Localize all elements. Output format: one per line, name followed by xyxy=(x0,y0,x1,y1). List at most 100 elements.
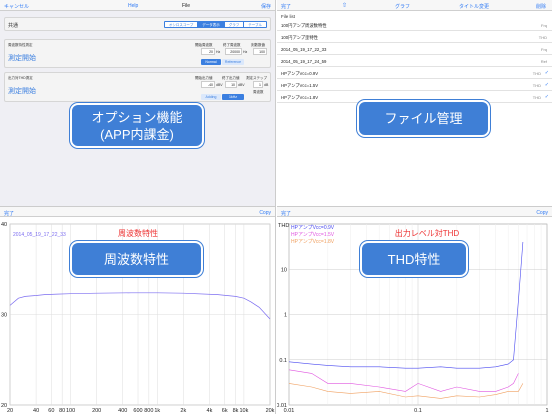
x-tick-label: 2k xyxy=(180,408,186,414)
file-name: 100円アンプ周波数特性 xyxy=(281,23,327,28)
file-list-item[interactable]: HPアンプVcc=1.5V THD ✓ xyxy=(277,80,552,91)
freq-heading: 周波数特性測定 xyxy=(8,43,33,47)
thd-heading: 出力対THD測定 xyxy=(8,76,33,80)
file-name: HPアンプVcc=1.8V xyxy=(281,95,319,100)
y-tick-label: 0.01 xyxy=(277,403,287,409)
start-level-unit: dBV xyxy=(216,83,223,87)
file-type-tag: THD xyxy=(532,83,541,88)
file-list-item[interactable]: 2014_05_19_17_24_59 Ref xyxy=(277,56,552,67)
file-type-tag: THD xyxy=(532,71,541,76)
thd-feature-label: THD特性 xyxy=(360,241,468,277)
end-level-unit: dBV xyxy=(238,83,245,87)
view-mode-segmented: オシロスコープ データ表示 グラフ テーブル xyxy=(163,21,267,28)
adding-button[interactable]: Adding xyxy=(201,94,221,100)
common-section-title: 共通 xyxy=(8,23,19,29)
thd-done-button[interactable]: 完了 xyxy=(281,210,291,217)
share-icon[interactable]: ⇧ xyxy=(342,2,347,9)
chart-title: 出力レベル対THD xyxy=(395,228,460,238)
nav-title: File xyxy=(182,3,191,9)
file-manager-screen: 完了 ⇧ グラフ タイトル変更 削除 File list 100円アンプ周波数特… xyxy=(277,0,552,207)
rename-button[interactable]: タイトル変更 xyxy=(459,3,489,10)
reference-button[interactable]: Reference xyxy=(222,59,244,65)
help-button[interactable]: Help xyxy=(128,3,138,9)
file-name: 100円アンプ歪特性 xyxy=(281,35,318,40)
option-feature-line2: (APP内課金) xyxy=(100,126,174,142)
freq-copy-button[interactable]: Copy xyxy=(259,210,271,216)
end-freq-unit: Hz xyxy=(243,50,248,54)
graph-button[interactable]: グラフ xyxy=(395,3,410,10)
tab-graph[interactable]: グラフ xyxy=(224,22,245,27)
x-tick-label: 1k xyxy=(154,408,160,414)
file-type-tag: Frq xyxy=(541,23,547,28)
y-tick-label: 30 xyxy=(1,313,7,319)
step-count-field[interactable]: 100 xyxy=(253,48,267,55)
y-axis-label: THD xyxy=(278,223,289,229)
cancel-button[interactable]: キャンセル xyxy=(4,3,29,10)
file-type-tag: THD xyxy=(532,95,541,100)
x-tick-label: 40 xyxy=(33,408,39,414)
file-name: HPアンプVcc=0.9V xyxy=(281,71,319,76)
freq-start-button[interactable]: 測定開始 xyxy=(8,53,36,63)
x-tick-label: 6k xyxy=(222,408,228,414)
legend-entry: 2014_05_19_17_22_33 xyxy=(13,232,66,238)
series-line xyxy=(9,292,271,320)
file-name: 2014_05_19_17_24_59 xyxy=(281,59,327,64)
thd-start-button[interactable]: 測定開始 xyxy=(8,86,36,96)
thd-chart-screen: 完了 Copy 0.01 0.1 1 0.01 0.1 1 10 THD 出力レベル対THD HP… xyxy=(277,207,552,414)
file-list-item[interactable]: 100円アンプ周波数特性 Frq xyxy=(277,20,552,31)
checkmark-icon: ✓ xyxy=(544,82,549,88)
file-list-item[interactable]: 2014_05_19_17_22_33 Frq xyxy=(277,44,552,55)
x-tick-label: 100 xyxy=(66,408,75,414)
file-list-item[interactable]: HPアンプVcc=0.9V THD ✓ xyxy=(277,68,552,79)
frequency-chart-screen: 完了 Copy 20 40 60 80 100 200 400 600 800 1k 2k 4k 6k 8… xyxy=(0,207,276,414)
common-panel: 共通 オシロスコープ データ表示 グラフ テーブル xyxy=(4,17,271,31)
tab-oscilloscope[interactable]: オシロスコープ xyxy=(164,22,199,27)
end-level-field[interactable]: 10 xyxy=(225,81,237,88)
thd-chart-nav: 完了 Copy xyxy=(277,207,552,217)
save-button[interactable]: 保存 xyxy=(261,3,271,10)
y-tick-label: 20 xyxy=(1,403,7,409)
start-freq-field[interactable]: 20 xyxy=(201,48,215,55)
option-feature-label: オプション機能 (APP内課金) xyxy=(70,103,204,148)
normal-button[interactable]: Normal xyxy=(201,59,221,65)
x-tick-label: 200 xyxy=(92,408,101,414)
file-name: 2014_05_19_17_22_33 xyxy=(281,47,327,52)
y-tick-label: 0.1 xyxy=(279,358,287,364)
freq-1khz-button[interactable]: 1kHz xyxy=(222,94,244,100)
thd-feature-text: THD特性 xyxy=(387,251,441,267)
legend-entry: HPアンプVcc=1.8V xyxy=(291,239,335,245)
y-tick-label: 10 xyxy=(281,267,287,273)
option-feature-line1: オプション機能 xyxy=(91,109,183,125)
start-level-field[interactable]: -40 xyxy=(201,81,215,88)
settings-screen: キャンセル Help File 保存 共通 オシロスコープ データ表示 グラフ … xyxy=(0,0,276,207)
chart-title: 周波数特性 xyxy=(118,228,158,238)
legend-entry: HPアンプVcc=0.9V xyxy=(291,225,335,231)
file-list-title: File list xyxy=(281,14,296,19)
x-tick-label: 60 xyxy=(48,408,54,414)
checkmark-icon: ✓ xyxy=(544,70,549,76)
x-tick-label: 0.1 xyxy=(414,408,422,414)
file-type-tag: Frq xyxy=(541,47,547,52)
x-tick-label: 8k xyxy=(233,408,239,414)
x-tick-label: 20 xyxy=(7,408,13,414)
thd-measure-panel: 出力対THD測定 測定開始 開始出力値 終了出力値 測定ステップ -40 dBV… xyxy=(4,72,271,102)
series-line xyxy=(288,369,519,392)
thd-freq-label: 周波数 xyxy=(253,90,264,94)
done-button[interactable]: 完了 xyxy=(281,3,291,10)
freq-done-button[interactable]: 完了 xyxy=(4,210,14,217)
x-tick-label: 600 xyxy=(133,408,142,414)
tab-data[interactable]: データ表示 xyxy=(198,22,225,27)
start-freq-unit: Hz xyxy=(216,50,221,54)
end-freq-field[interactable]: 20000 xyxy=(225,48,242,55)
settings-nav-bar: キャンセル Help File 保存 xyxy=(0,0,275,11)
delete-button[interactable]: 削除 xyxy=(536,3,546,10)
tab-table[interactable]: テーブル xyxy=(244,22,266,27)
level-step-field[interactable]: 1 xyxy=(253,81,263,88)
y-tick-label: 1 xyxy=(284,313,287,319)
x-tick-label: 10k xyxy=(239,408,248,414)
thd-copy-button[interactable]: Copy xyxy=(536,210,548,216)
x-tick-label: 20k xyxy=(266,408,275,414)
file-type-tag: THD xyxy=(538,35,547,40)
file-list-item[interactable]: 100円アンプ歪特性 THD xyxy=(277,32,552,43)
freq-chart-nav: 完了 Copy xyxy=(0,207,275,217)
